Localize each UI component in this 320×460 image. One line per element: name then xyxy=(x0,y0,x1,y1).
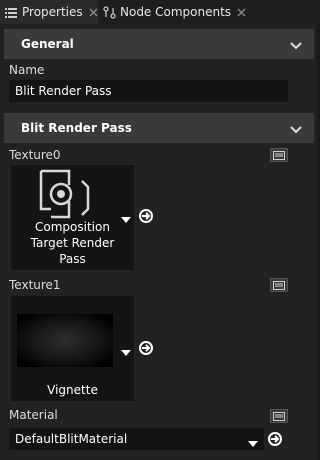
texture1-caption: Vignette xyxy=(47,383,98,397)
tab-node-components[interactable]: Node Components xyxy=(100,0,246,24)
material-browse-button[interactable] xyxy=(270,409,288,423)
texture1-thumbnail[interactable]: Vignette xyxy=(11,296,134,401)
chevron-down-icon[interactable] xyxy=(290,123,302,137)
chevron-down-icon[interactable] xyxy=(290,39,302,53)
texture0-caption-line3: Pass xyxy=(59,252,86,266)
material-label: Material xyxy=(9,408,58,422)
tab-label: Node Components xyxy=(120,5,232,19)
texture0-dropdown-icon[interactable] xyxy=(121,212,131,226)
tab-bar: Properties Node Components xyxy=(0,0,320,24)
browse-icon xyxy=(273,150,285,160)
section-title: Blit Render Pass xyxy=(21,121,132,135)
close-icon[interactable] xyxy=(89,8,98,17)
texture0-caption-line2: Target Render xyxy=(30,236,115,250)
tab-label: Properties xyxy=(22,5,83,19)
node-components-icon xyxy=(103,5,116,19)
texture0-thumbnail[interactable]: Composition Target Render Pass xyxy=(11,165,134,270)
browse-icon xyxy=(273,411,285,421)
section-header-general[interactable]: General xyxy=(4,29,314,59)
material-reset-icon[interactable] xyxy=(267,431,283,450)
material-value: DefaultBlitMaterial xyxy=(15,432,128,446)
section-header-blit-render-pass[interactable]: Blit Render Pass xyxy=(4,113,314,143)
texture0-reset-icon[interactable] xyxy=(138,208,154,227)
texture1-label: Texture1 xyxy=(9,278,61,292)
texture0-label: Texture0 xyxy=(9,148,61,162)
list-icon xyxy=(5,6,18,19)
name-field[interactable]: Blit Render Pass xyxy=(9,80,288,102)
texture1-reset-icon[interactable] xyxy=(138,340,154,359)
name-label: Name xyxy=(9,63,45,77)
chevron-down-icon[interactable] xyxy=(248,436,258,450)
close-icon[interactable] xyxy=(237,8,246,17)
material-select[interactable]: DefaultBlitMaterial xyxy=(9,428,264,450)
texture1-browse-button[interactable] xyxy=(270,278,288,292)
tab-properties[interactable]: Properties xyxy=(0,0,98,24)
texture0-caption-line1: Composition xyxy=(35,220,110,234)
texture1-dropdown-icon[interactable] xyxy=(121,345,131,359)
section-title: General xyxy=(21,37,74,51)
texture0-browse-button[interactable] xyxy=(270,148,288,162)
browse-icon xyxy=(273,280,285,290)
